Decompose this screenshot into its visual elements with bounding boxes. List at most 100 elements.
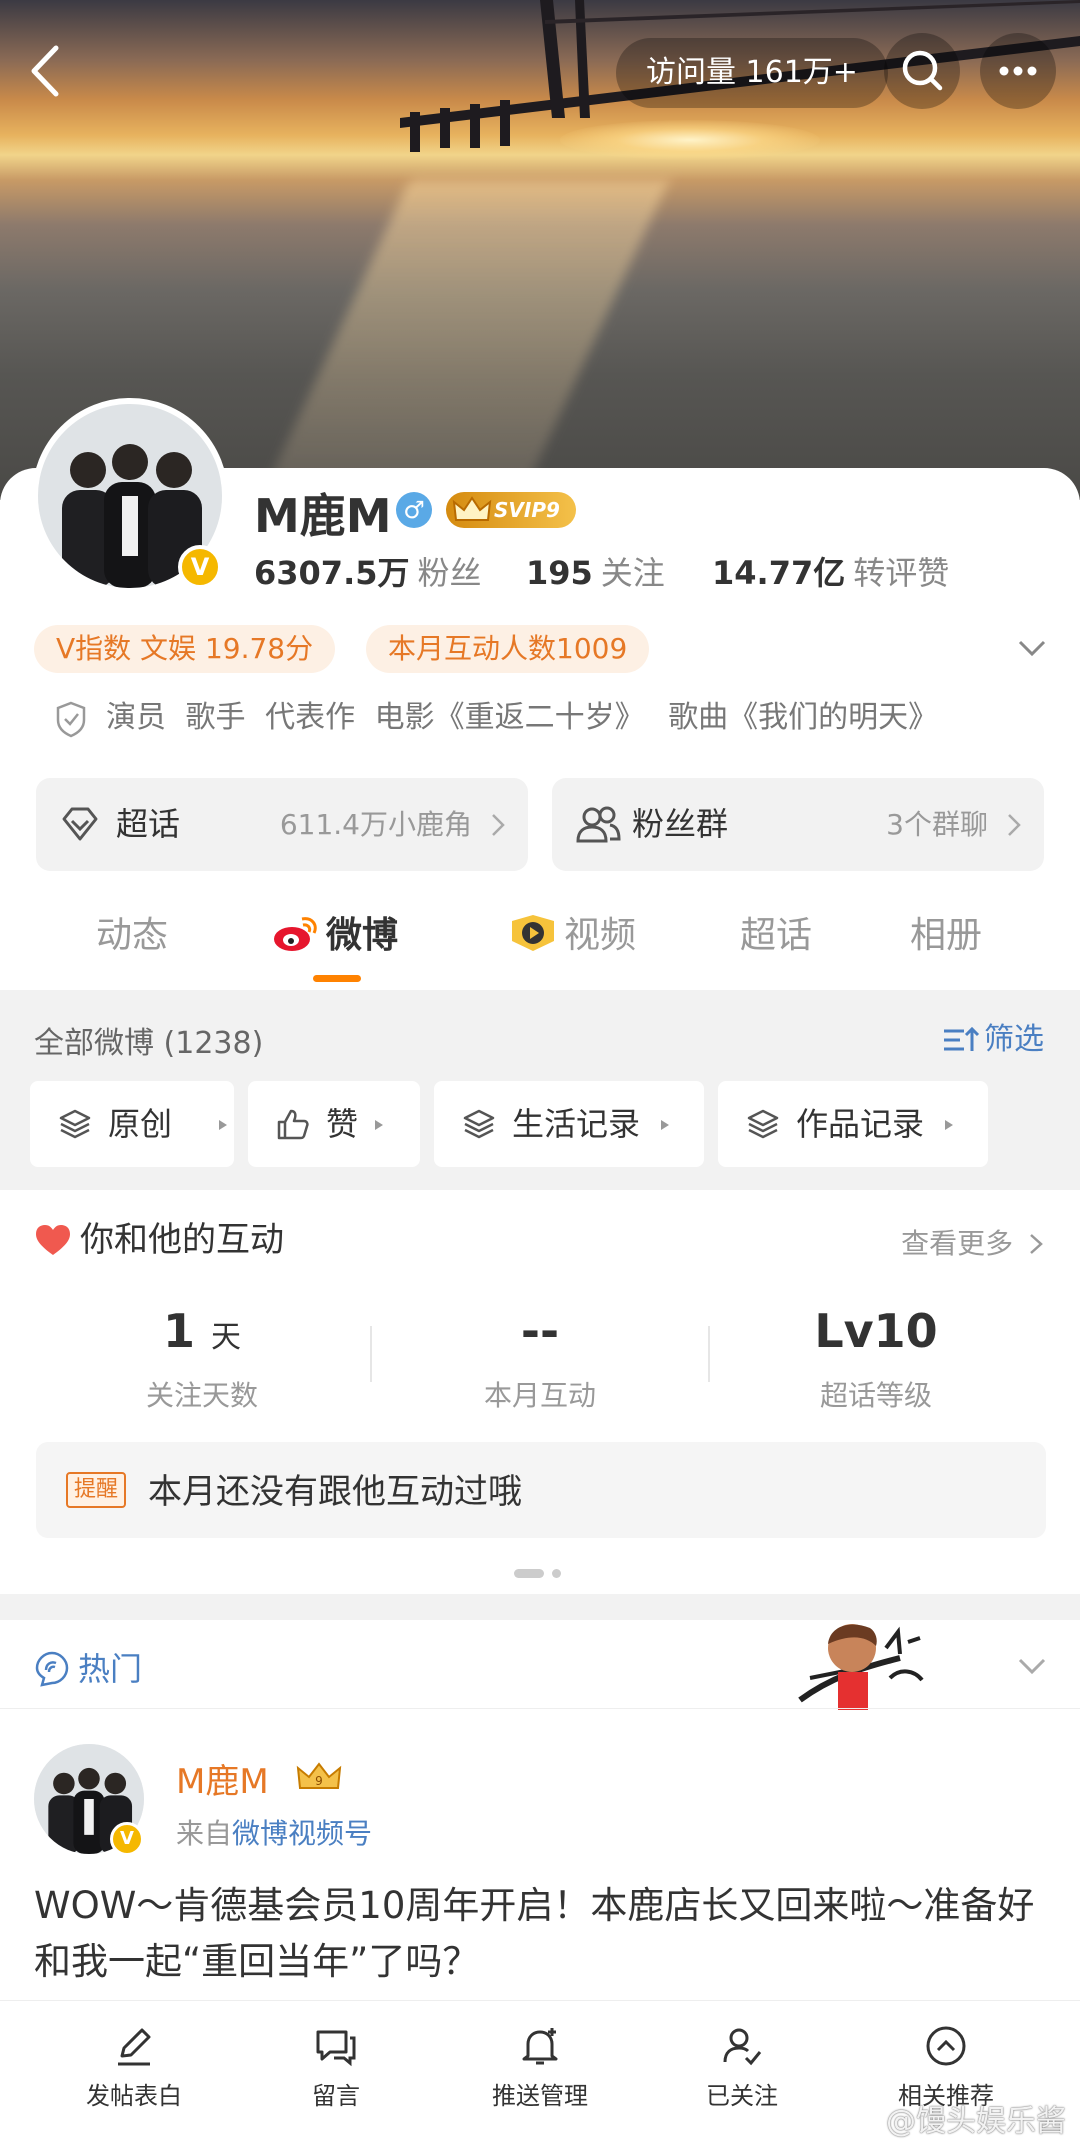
metric-monthly-interaction: -- 本月互动	[380, 1300, 700, 1414]
all-weibo-count: 全部微博 (1238)	[34, 1026, 264, 1061]
chip-likes-label: 赞	[326, 1105, 359, 1143]
interaction-title-text: 你和他的互动	[80, 1220, 284, 1260]
metric-supertopic-level[interactable]: Lv10 超话等级	[716, 1300, 1036, 1414]
chevron-down-icon[interactable]	[1014, 636, 1050, 660]
reminder-text: 本月还没有跟他互动过哦	[148, 1472, 522, 1512]
search-icon	[902, 50, 943, 91]
supertopic-count: 611.4万小鹿角	[279, 808, 472, 841]
tab-supertopic[interactable]: 超话	[740, 900, 812, 980]
stat-following[interactable]: 195 关注	[526, 548, 665, 594]
nav-message[interactable]: 留言	[236, 2024, 436, 2111]
nav-push-settings-label: 推送管理	[492, 2082, 588, 2110]
nav-post-confession[interactable]: 发帖表白	[34, 2024, 234, 2111]
stat-reposts-label: 转评赞	[853, 554, 950, 592]
hot-label: 热门	[78, 1650, 143, 1688]
stat-reposts-value: 14.77亿	[712, 554, 846, 592]
reminder-tag: 提醒	[66, 1472, 127, 1508]
video-icon	[512, 915, 554, 951]
stat-followers-value: 6307.5万	[254, 554, 410, 592]
metric-level-label: 超话等级	[819, 1379, 932, 1412]
promo-sticker-image	[798, 1624, 924, 1710]
filter-label: 筛选	[984, 1022, 1044, 1057]
caret-right-icon	[661, 1120, 669, 1130]
divider	[0, 1708, 1080, 1709]
svg-text:9: 9	[315, 1774, 323, 1788]
v-index-pill[interactable]: V指数 文娱 19.78分	[34, 625, 336, 673]
back-icon[interactable]	[22, 42, 70, 100]
tab-weibo-label: 微博	[326, 915, 399, 956]
bio-item: 演员	[106, 700, 166, 735]
filter-button[interactable]: 筛选	[942, 1014, 1044, 1058]
supertopic-card[interactable]: 超话 611.4万小鹿角	[36, 778, 528, 871]
chevron-right-icon	[1030, 1234, 1043, 1254]
shield-icon	[56, 701, 86, 738]
svip-level: SVIP9	[494, 498, 560, 522]
chevron-up-circle-icon	[926, 2026, 966, 2066]
chip-work-records[interactable]: 作品记录	[718, 1081, 988, 1167]
metric-follow-days-value: 1	[162, 1304, 195, 1358]
caret-right-icon	[219, 1120, 227, 1130]
see-more-link[interactable]: 查看更多	[901, 1222, 1044, 1262]
post-source: 来自微博视频号	[176, 1812, 372, 1852]
nav-followed-label: 已关注	[706, 2082, 778, 2110]
filter-icon	[944, 1026, 980, 1051]
tab-video[interactable]: 视频	[508, 900, 636, 980]
monthly-interaction-pill[interactable]: 本月互动人数1009	[366, 625, 650, 673]
chip-life-records-label: 生活记录	[512, 1105, 641, 1143]
divider	[370, 1326, 372, 1382]
crown-icon: 9	[296, 1762, 342, 1789]
layers-icon	[747, 1109, 779, 1139]
stat-reposts[interactable]: 14.77亿 转评赞	[712, 548, 949, 594]
bell-icon	[522, 2028, 558, 2065]
metric-follow-days-label: 关注天数	[145, 1379, 258, 1412]
chevron-right-icon	[492, 814, 505, 836]
diamond-icon	[62, 807, 98, 841]
pen-icon	[118, 2028, 151, 2066]
tab-weibo[interactable]: 微博	[272, 900, 398, 980]
profile-name: M鹿M	[254, 489, 392, 543]
chevron-down-icon[interactable]	[1014, 1654, 1050, 1678]
bio: 演员 歌手 代表作 电影《重返二十岁》 歌曲《我们的明天》	[54, 698, 938, 738]
search-button[interactable]	[884, 33, 960, 109]
user-check-icon	[723, 2028, 762, 2066]
reminder-box: 提醒 本月还没有跟他互动过哦	[36, 1442, 1046, 1538]
metric-level-value: Lv10	[814, 1304, 938, 1358]
fangroup-count: 3个群聊	[886, 808, 988, 841]
bio-item: 歌曲《我们的明天》	[668, 700, 939, 735]
section-separator	[0, 1594, 1080, 1620]
hot-icon	[35, 1651, 69, 1687]
metric-follow-days-unit: 天	[211, 1320, 242, 1355]
stat-followers-label: 粉丝	[417, 554, 482, 592]
heart-icon	[36, 1225, 70, 1255]
active-tab-indicator	[313, 975, 361, 982]
male-icon: ♂	[396, 492, 432, 528]
stat-following-value: 195	[526, 554, 593, 592]
post-text[interactable]: WOW～肯德基会员10周年开启！本鹿店长又回来啦～准备好和我一起“重回当年”了吗…	[34, 1878, 1050, 1990]
chip-likes[interactable]: 赞	[248, 1081, 420, 1167]
post-author[interactable]: M鹿M	[176, 1754, 269, 1803]
visits-counter[interactable]: 访问量 161万+	[616, 38, 888, 108]
verified-badge: V	[178, 545, 222, 589]
chip-life-records[interactable]: 生活记录	[434, 1081, 704, 1167]
divider	[708, 1326, 710, 1382]
stat-following-label: 关注	[600, 554, 665, 592]
nav-followed[interactable]: 已关注	[642, 2024, 842, 2111]
svip-badge[interactable]: SVIP9	[446, 492, 576, 528]
metric-follow-days: 1 天 关注天数	[42, 1300, 362, 1414]
fangroup-card[interactable]: 粉丝群 3个群聊	[552, 778, 1044, 871]
tab-album[interactable]: 相册	[910, 900, 982, 980]
post-source-link[interactable]: 微博视频号	[232, 1817, 372, 1850]
post-source-prefix: 来自	[176, 1817, 233, 1850]
tab-dynamic[interactable]: 动态	[96, 900, 168, 980]
bio-item: 代表作	[265, 700, 356, 735]
message-icon	[316, 2030, 356, 2067]
hot-section-header[interactable]: 热门	[34, 1644, 142, 1690]
more-button[interactable]	[980, 33, 1056, 109]
stat-followers[interactable]: 6307.5万 粉丝	[254, 548, 482, 594]
carousel-dots	[514, 1563, 569, 1582]
fangroup-label: 粉丝群	[632, 805, 729, 843]
crown-icon	[452, 496, 492, 521]
chip-original[interactable]: 原创	[30, 1081, 234, 1167]
nav-post-confession-label: 发帖表白	[86, 2082, 182, 2110]
nav-push-settings[interactable]: 推送管理	[440, 2024, 640, 2111]
